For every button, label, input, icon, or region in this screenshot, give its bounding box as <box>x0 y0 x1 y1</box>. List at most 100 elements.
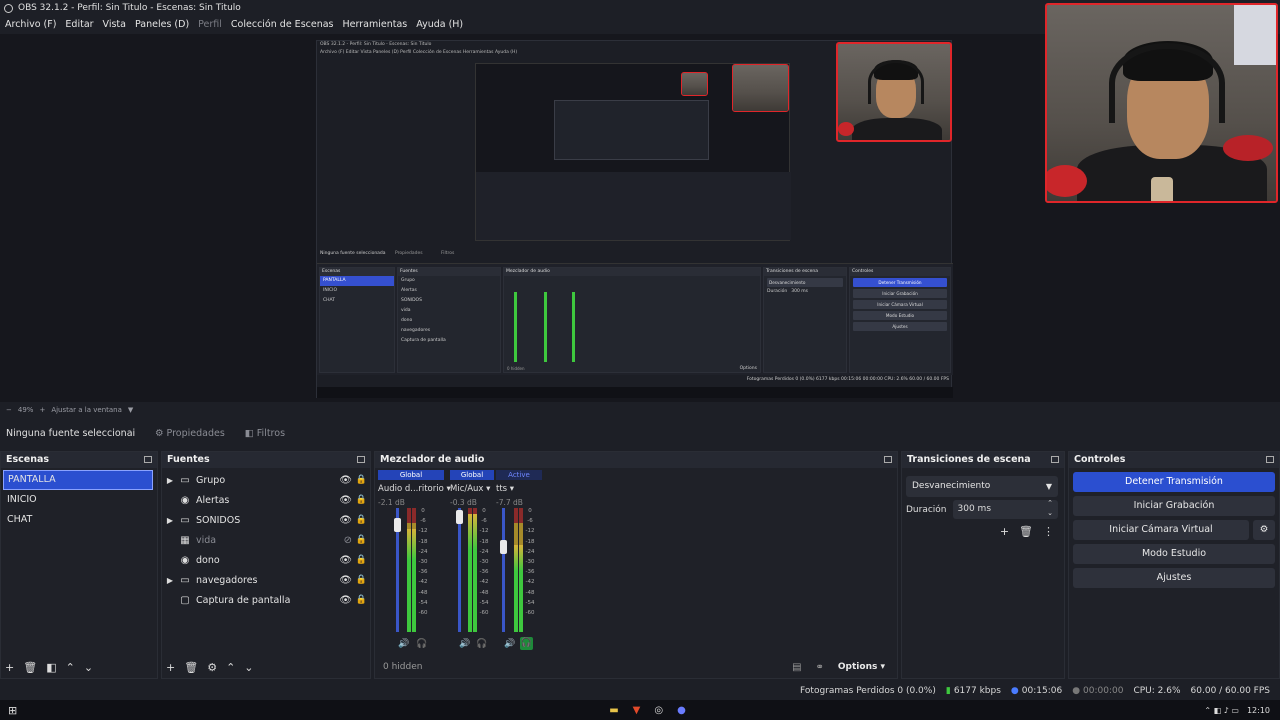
menu-ayuda[interactable]: Ayuda (H) <box>416 19 463 30</box>
lock-icon[interactable]: 🔒 <box>356 595 367 605</box>
trash-icon[interactable]: 🗑 <box>184 661 198 674</box>
menu-perfil[interactable]: Perfil <box>198 19 222 30</box>
lock-icon[interactable]: 🔒 <box>356 515 367 525</box>
cpu-usage: CPU: 2.6% <box>1133 685 1181 696</box>
scene-item[interactable]: CHAT <box>1 510 157 530</box>
mixer-layout-icon[interactable]: ▤ <box>792 662 801 673</box>
zoom-fit[interactable]: Ajustar a la ventana <box>51 406 122 414</box>
properties-button[interactable]: ⚙ Propiedades <box>149 425 231 442</box>
source-item[interactable]: ▶ ▭ navegadores 👁 🔒 <box>162 570 370 590</box>
nested-scene-item: INICIO <box>323 288 338 293</box>
lock-icon[interactable]: 🔒 <box>356 535 367 545</box>
up-arrow-icon[interactable]: ⌃ <box>226 661 235 674</box>
scene-item[interactable]: PANTALLA <box>3 470 153 490</box>
tray-icons[interactable]: ⌃ ◧ ♪ ▭ <box>1204 706 1239 715</box>
eye-icon[interactable]: 👁 <box>339 595 352 606</box>
menu-archivo[interactable]: Archivo (F) <box>5 19 56 30</box>
folder-icon[interactable]: ▬ <box>609 705 618 716</box>
lock-icon[interactable]: 🔒 <box>356 575 367 585</box>
fader-knob[interactable] <box>456 510 463 524</box>
trash-icon[interactable]: 🗑 <box>23 661 37 674</box>
fader-knob[interactable] <box>500 540 507 554</box>
discord-icon[interactable]: ● <box>677 705 686 716</box>
zoom-out-button[interactable]: − <box>6 406 12 414</box>
eye-icon[interactable]: 👁 <box>339 575 352 586</box>
obs-icon[interactable]: ◎ <box>654 705 663 716</box>
popout-icon[interactable] <box>1266 456 1274 463</box>
source-item[interactable]: ◉ dono 👁 🔒 <box>162 550 370 570</box>
popout-icon[interactable] <box>357 456 365 463</box>
menu-vista[interactable]: Vista <box>103 19 126 30</box>
trash-icon[interactable]: 🗑 <box>1019 525 1033 538</box>
up-arrow-icon[interactable]: ⌃ <box>66 661 75 674</box>
channel-name[interactable]: Mic/Aux ▾ <box>450 484 494 494</box>
filter-icon[interactable]: ◧ <box>46 661 56 674</box>
lock-icon[interactable]: 🔒 <box>356 475 367 485</box>
popout-icon[interactable] <box>884 456 892 463</box>
speaker-icon[interactable]: 🔊 <box>504 639 515 649</box>
webcam-overlay[interactable] <box>1045 3 1278 203</box>
settings-button[interactable]: Ajustes <box>1073 568 1275 588</box>
gear-icon[interactable]: ⚙ <box>207 661 217 674</box>
channel-name[interactable]: tts ▾ <box>496 484 542 494</box>
headphones-icon[interactable]: 🎧 <box>476 639 487 649</box>
add-icon[interactable]: + <box>5 661 14 674</box>
source-item[interactable]: ▶ ▭ SONIDOS 👁 🔒 <box>162 510 370 530</box>
nested-no-source: Ninguna fuente seleccionada <box>320 251 386 256</box>
channel-name[interactable]: Audio d...ritorio ▾ <box>378 484 451 494</box>
expand-arrow-icon[interactable]: ▶ <box>162 516 178 525</box>
speaker-icon[interactable]: 🔊 <box>459 639 470 649</box>
headphones-icon[interactable]: 🎧 <box>416 639 427 649</box>
transition-select[interactable]: Desvanecimiento ▼ <box>906 476 1058 497</box>
down-arrow-icon[interactable]: ⌄ <box>84 661 93 674</box>
eye-icon[interactable]: 👁 <box>339 515 352 526</box>
red-pillow <box>1223 135 1273 161</box>
volume-fader[interactable] <box>502 508 505 632</box>
zoom-in-button[interactable]: + <box>39 406 45 414</box>
nested-meter <box>544 292 547 362</box>
expand-arrow-icon[interactable]: ▶ <box>162 476 178 485</box>
spin-icon[interactable]: ⌃ ⌄ <box>1047 498 1053 518</box>
gear-icon[interactable]: ⚙ <box>1253 520 1275 540</box>
options-button[interactable]: Options ▾ <box>838 662 885 672</box>
studio-mode-button[interactable]: Modo Estudio <box>1073 544 1275 564</box>
source-item[interactable]: ▦ vida ⊘ 🔒 <box>162 530 370 550</box>
source-item[interactable]: ▶ ▭ Grupo 👁 🔒 <box>162 470 370 490</box>
transitions-title: Transiciones de escena <box>907 454 1031 465</box>
stop-streaming-button[interactable]: Detener Transmisión <box>1073 472 1275 492</box>
speaker-icon[interactable]: 🔊 <box>398 639 409 649</box>
down-arrow-icon[interactable]: ⌄ <box>244 661 253 674</box>
eye-icon[interactable]: 👁 <box>339 555 352 566</box>
add-icon[interactable]: + <box>1000 525 1009 538</box>
popout-icon[interactable] <box>1051 456 1059 463</box>
source-item[interactable]: ▢ Captura de pantalla 👁 🔒 <box>162 590 370 610</box>
start-recording-button[interactable]: Iniciar Grabación <box>1073 496 1275 516</box>
eye-icon[interactable]: 👁 <box>339 495 352 506</box>
transitions-header: Transiciones de escena <box>902 452 1064 468</box>
menu-paneles[interactable]: Paneles (D) <box>135 19 189 30</box>
start-icon[interactable]: ⊞ <box>8 704 17 717</box>
scene-item[interactable]: INICIO <box>1 490 157 510</box>
chevron-down-icon[interactable]: ▼ <box>128 406 133 414</box>
link-icon[interactable]: ⚭ <box>816 662 824 673</box>
lock-icon[interactable]: 🔒 <box>356 495 367 505</box>
add-icon[interactable]: + <box>166 661 175 674</box>
eye-hidden-icon[interactable]: ⊘ <box>344 535 352 546</box>
expand-arrow-icon[interactable]: ▶ <box>162 576 178 585</box>
volume-fader[interactable] <box>458 508 461 632</box>
menu-herramientas[interactable]: Herramientas <box>343 19 408 30</box>
start-virtual-camera-button[interactable]: Iniciar Cámara Virtual <box>1073 520 1249 540</box>
nested-source-item: navegadores <box>401 328 431 333</box>
menu-coleccion[interactable]: Colección de Escenas <box>231 19 334 30</box>
duration-input[interactable]: 300 ms ⌃ ⌄ <box>952 498 1058 519</box>
source-item[interactable]: ◉ Alertas 👁 🔒 <box>162 490 370 510</box>
fader-knob[interactable] <box>394 518 401 532</box>
brave-icon[interactable]: ▼ <box>633 705 641 716</box>
eye-icon[interactable]: 👁 <box>339 475 352 486</box>
filters-button[interactable]: ◧ Filtros <box>239 425 291 442</box>
more-icon[interactable]: ⋮ <box>1043 525 1054 538</box>
headphones-icon[interactable]: 🎧 <box>520 637 533 650</box>
menu-editar[interactable]: Editar <box>65 19 93 30</box>
popout-icon[interactable] <box>144 456 152 463</box>
lock-icon[interactable]: 🔒 <box>356 555 367 565</box>
